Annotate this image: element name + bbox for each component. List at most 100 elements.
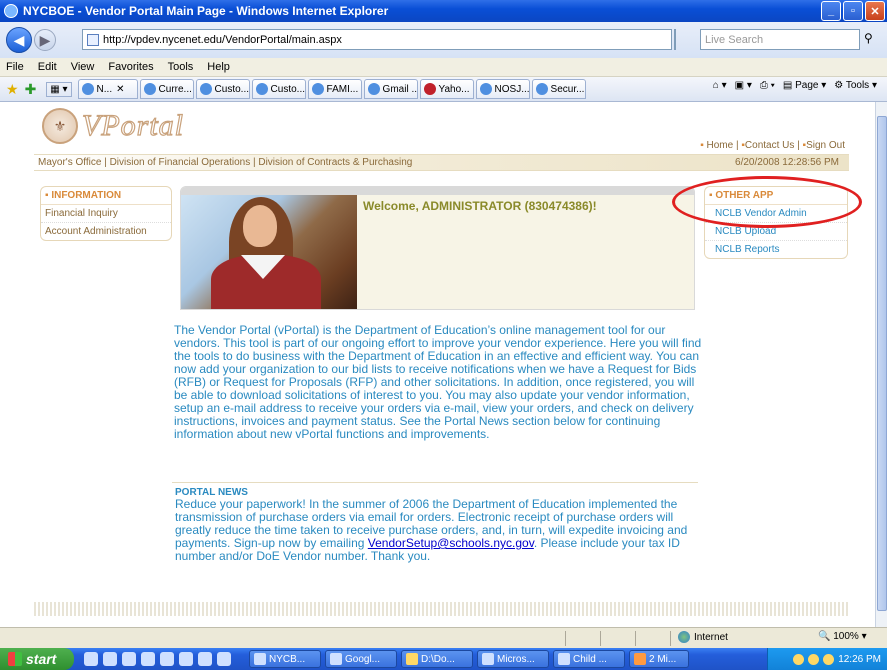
address-bar[interactable]: http://vpdev.nycenet.edu/VendorPortal/ma… (82, 29, 672, 50)
browser-viewport: ⚜ VPortal ▪ Home | ▪Contact Us | ▪Sign O… (0, 102, 875, 627)
status-divider (565, 631, 566, 646)
minimize-button[interactable]: _ (821, 1, 841, 21)
status-divider (600, 631, 601, 646)
account-administration-link[interactable]: Account Administration (41, 223, 171, 240)
quicklaunch-icon[interactable] (160, 652, 174, 666)
intro-paragraph: The Vendor Portal (vPortal) is the Depar… (174, 323, 702, 441)
tab-5[interactable]: FAMI... (307, 79, 362, 99)
favorites-star-icon[interactable]: ★ (6, 81, 19, 98)
quicklaunch-icon[interactable] (217, 652, 231, 666)
address-row: ◀ ▶ http://vpdev.nycenet.edu/VendorPorta… (0, 22, 887, 58)
footer-bar (34, 602, 849, 616)
menu-favorites[interactable]: Favorites (108, 61, 153, 73)
tools-menu[interactable]: ⚙ Tools ▾ (834, 80, 877, 91)
information-header: ▪ INFORMATION (41, 187, 171, 205)
date-time: 6/20/2008 12:28:56 PM (735, 157, 839, 168)
welcome-topbar (181, 187, 694, 195)
quicklaunch-icon[interactable] (122, 652, 136, 666)
window-titlebar: NYCBOE - Vendor Portal Main Page - Windo… (0, 0, 887, 22)
information-panel: ▪ INFORMATION Financial Inquiry Account … (40, 186, 172, 241)
vportal-logo[interactable]: ⚜ VPortal (42, 108, 184, 144)
ie-tab-icon (143, 83, 156, 95)
yahoo-tab-icon (423, 83, 436, 95)
windows-flag-icon (8, 652, 22, 666)
vendor-setup-email-link[interactable]: VendorSetup@schools.nyc.gov (368, 536, 534, 550)
taskbar-ie-button[interactable]: NYCB... (249, 650, 321, 668)
org-bar: Mayor's Office | Division of Financial O… (34, 154, 849, 171)
taskbar-microsoft-button[interactable]: Micros... (477, 650, 549, 668)
back-button[interactable]: ◀ (6, 27, 32, 53)
tab-7[interactable]: Yaho... (419, 79, 474, 99)
welcome-message: Welcome, ADMINISTRATOR (830474386)! (363, 199, 597, 213)
menu-file[interactable]: File (6, 61, 24, 73)
taskbar-outlook-button[interactable]: 2 Mi... (629, 650, 689, 668)
status-divider (670, 631, 671, 646)
vportal-page: ⚜ VPortal ▪ Home | ▪Contact Us | ▪Sign O… (34, 102, 862, 627)
sign-out-link[interactable]: Sign Out (806, 140, 845, 151)
contracts-purchasing-link[interactable]: Division of Contracts & Purchasing (258, 157, 412, 168)
tab-2[interactable]: Curre... (139, 79, 194, 99)
portal-news-text: Reduce your paperwork! In the summer of … (175, 497, 688, 563)
tab-6[interactable]: Gmail ... (363, 79, 418, 99)
maximize-button[interactable]: ▫ (843, 1, 863, 21)
top-links: ▪ Home | ▪Contact Us | ▪Sign Out (700, 140, 845, 151)
tray-icon[interactable] (793, 653, 805, 665)
nyc-seal-icon: ⚜ (42, 108, 78, 144)
tray-icon[interactable] (808, 653, 820, 665)
menu-help[interactable]: Help (207, 61, 230, 73)
taskbar-google-button[interactable]: Googl... (325, 650, 397, 668)
ie-tab-icon (311, 83, 324, 95)
feeds-icon[interactable]: ▣ ▾ (735, 80, 752, 91)
portal-news: PORTAL NEWS Reduce your paperwork! In th… (172, 482, 698, 563)
tab-active[interactable]: N... ✕ (77, 79, 138, 99)
search-icon[interactable]: ⚲ (864, 31, 873, 45)
search-placeholder: Live Search (705, 33, 764, 46)
menu-tools[interactable]: Tools (168, 61, 194, 73)
quick-tabs-icon[interactable]: ▦ ▾ (46, 81, 72, 97)
start-button[interactable]: start (0, 648, 74, 670)
ie-tab-icon (255, 83, 268, 95)
taskbar-child-button[interactable]: Child ... (553, 650, 625, 668)
status-bar: Internet 🔍 100% ▾ (0, 627, 887, 648)
menu-edit[interactable]: Edit (38, 61, 57, 73)
vertical-scrollbar[interactable] (875, 102, 887, 627)
tray-icon[interactable] (823, 653, 835, 665)
address-url: http://vpdev.nycenet.edu/VendorPortal/ma… (103, 33, 342, 46)
home-icon[interactable]: ⌂ ▾ (713, 80, 727, 91)
zoom-level[interactable]: 🔍 100% ▾ (818, 631, 867, 642)
close-tab-icon[interactable]: ✕ (116, 84, 124, 95)
financial-operations-link[interactable]: Division of Financial Operations (110, 157, 251, 168)
tab-4[interactable]: Custo... (251, 79, 306, 99)
tab-8[interactable]: NOSJ... (475, 79, 530, 99)
ie-tab-icon (535, 83, 548, 95)
quicklaunch-icon[interactable] (141, 652, 155, 666)
ie-tab-icon (367, 83, 380, 95)
menu-bar: File Edit View Favorites Tools Help (0, 58, 887, 77)
globe-icon (678, 631, 690, 643)
close-button[interactable]: ✕ (865, 1, 885, 21)
tab-3[interactable]: Custo... (195, 79, 250, 99)
clock: 12:26 PM (838, 653, 881, 665)
quicklaunch-icon[interactable] (84, 652, 98, 666)
contact-us-link[interactable]: Contact Us (745, 140, 794, 151)
quicklaunch-icon[interactable] (198, 652, 212, 666)
print-icon[interactable]: ⎙ ▾ (760, 80, 775, 91)
add-favorites-icon[interactable]: ✚ (25, 81, 37, 98)
search-input[interactable]: Live Search (700, 29, 860, 50)
command-bar: ⌂ ▾ ▣ ▾ ⎙ ▾ ▤ Page ▾ ⚙ Tools ▾ (713, 80, 877, 91)
scroll-thumb[interactable] (877, 116, 887, 611)
home-link[interactable]: Home (707, 140, 734, 151)
ie-icon (4, 4, 18, 18)
taskbar-folder-button[interactable]: D:\Do... (401, 650, 473, 668)
financial-inquiry-link[interactable]: Financial Inquiry (41, 205, 171, 223)
quicklaunch-icon[interactable] (179, 652, 193, 666)
nclb-reports-link[interactable]: NCLB Reports (705, 241, 847, 258)
quicklaunch-icon[interactable] (103, 652, 117, 666)
tab-9[interactable]: Secur... (531, 79, 586, 99)
page-menu[interactable]: ▤ Page ▾ (783, 80, 826, 91)
mayors-office-link[interactable]: Mayor's Office (38, 157, 101, 168)
quick-launch (84, 652, 231, 666)
menu-view[interactable]: View (71, 61, 95, 73)
forward-button[interactable]: ▶ (34, 29, 56, 51)
window-title: NYCBOE - Vendor Portal Main Page - Windo… (23, 4, 389, 18)
